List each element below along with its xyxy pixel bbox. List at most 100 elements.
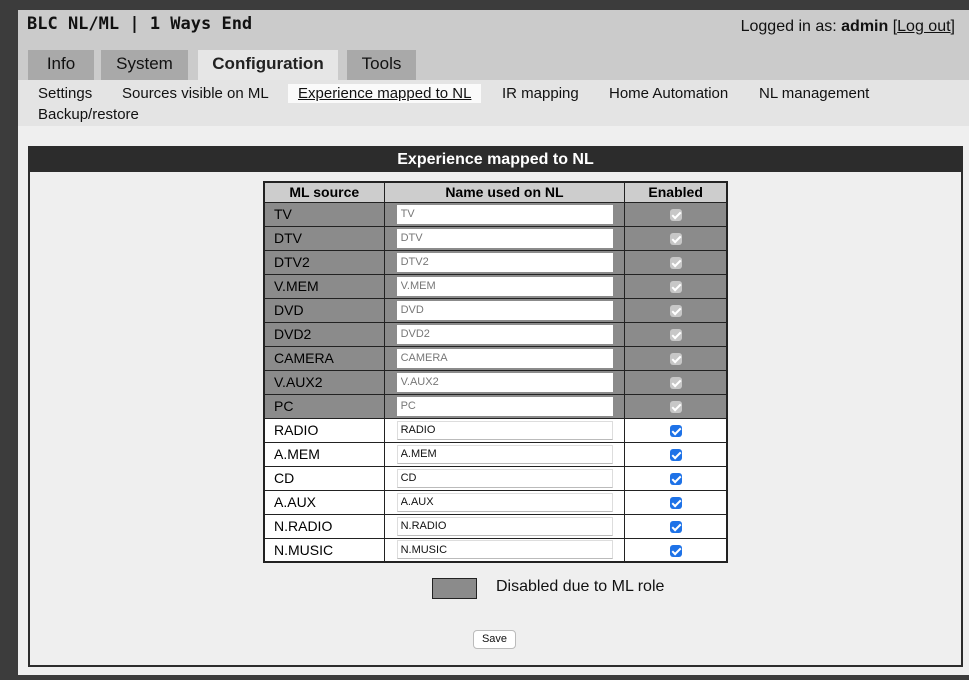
save-button[interactable]: Save [473, 630, 516, 649]
subnav-backup-restore[interactable]: Backup/restore [38, 106, 139, 123]
nl-name-cell [383, 537, 626, 563]
logout-link[interactable]: Log out [897, 18, 950, 35]
enabled-checkbox[interactable] [669, 521, 682, 534]
table-row: TV [263, 201, 728, 227]
nl-name-input[interactable] [396, 516, 613, 536]
ml-source-cell: N.RADIO [263, 513, 385, 539]
nl-name-input [396, 396, 613, 416]
table-row: V.AUX2 [263, 369, 728, 395]
enabled-checkbox [669, 353, 682, 366]
nl-name-cell [383, 441, 626, 467]
table-row: DTV [263, 225, 728, 251]
enabled-checkbox[interactable] [669, 497, 682, 510]
nl-name-input [396, 348, 613, 368]
ml-source-cell: DTV2 [263, 249, 385, 275]
enabled-checkbox[interactable] [669, 473, 682, 486]
nl-name-input [396, 228, 613, 248]
enabled-cell [624, 273, 728, 299]
sub-navigation: Settings Sources visible on ML Experienc… [18, 80, 969, 126]
nl-name-input [396, 252, 613, 272]
enabled-checkbox [669, 401, 682, 414]
enabled-checkbox[interactable] [669, 545, 682, 558]
nl-name-input [396, 324, 613, 344]
tab-info[interactable]: Info [28, 50, 94, 80]
ml-source-cell: V.AUX2 [263, 369, 385, 395]
ml-source-cell: PC [263, 393, 385, 419]
nl-name-input [396, 204, 613, 224]
nl-name-input[interactable] [396, 540, 613, 560]
enabled-cell [624, 393, 728, 419]
ml-source-cell: DVD [263, 297, 385, 323]
header: BLC NL/ML | 1 Ways End Logged in as: adm… [18, 10, 969, 80]
mapping-table: ML source Name used on NL Enabled TVDTVD… [263, 181, 728, 563]
subnav-ir-mapping[interactable]: IR mapping [502, 85, 579, 102]
app-title: BLC NL/ML | 1 Ways End [27, 14, 253, 34]
table-row: N.RADIO [263, 513, 728, 539]
nl-name-input [396, 276, 613, 296]
tab-tools[interactable]: Tools [347, 50, 416, 80]
subnav-home-automation[interactable]: Home Automation [609, 85, 728, 102]
enabled-checkbox [669, 305, 682, 318]
enabled-cell [624, 465, 728, 491]
nl-name-input[interactable] [396, 420, 613, 440]
ml-source-cell: CD [263, 465, 385, 491]
tab-configuration[interactable]: Configuration [198, 50, 338, 80]
table-row: N.MUSIC [263, 537, 728, 563]
nl-name-input [396, 372, 613, 392]
ml-source-cell: DVD2 [263, 321, 385, 347]
ml-source-cell: V.MEM [263, 273, 385, 299]
enabled-cell [624, 297, 728, 323]
enabled-checkbox [669, 209, 682, 222]
mapping-panel: Experience mapped to NL ML source Name u… [28, 146, 963, 667]
nl-name-input[interactable] [396, 468, 613, 488]
nl-name-cell [383, 465, 626, 491]
ml-source-cell: DTV [263, 225, 385, 251]
enabled-checkbox [669, 257, 682, 270]
enabled-checkbox[interactable] [669, 425, 682, 438]
ml-source-cell: A.AUX [263, 489, 385, 515]
enabled-checkbox [669, 281, 682, 294]
nl-name-cell [383, 321, 626, 347]
table-row: V.MEM [263, 273, 728, 299]
enabled-cell [624, 441, 728, 467]
ml-source-cell: CAMERA [263, 345, 385, 371]
ml-source-cell: N.MUSIC [263, 537, 385, 563]
enabled-cell [624, 513, 728, 539]
nl-name-cell [383, 417, 626, 443]
enabled-checkbox [669, 329, 682, 342]
table-row: CD [263, 465, 728, 491]
enabled-cell [624, 345, 728, 371]
nl-name-input[interactable] [396, 492, 613, 512]
nl-name-input [396, 300, 613, 320]
nl-name-cell [383, 225, 626, 251]
enabled-checkbox[interactable] [669, 449, 682, 462]
panel-title: Experience mapped to NL [30, 148, 961, 172]
enabled-cell [624, 321, 728, 347]
table-row: DTV2 [263, 249, 728, 275]
table-row: DVD [263, 297, 728, 323]
nl-name-cell [383, 201, 626, 227]
table-row: A.AUX [263, 489, 728, 515]
enabled-cell [624, 249, 728, 275]
tab-system[interactable]: System [101, 50, 188, 80]
table-row: RADIO [263, 417, 728, 443]
column-header-ml-source: ML source [263, 181, 385, 203]
nl-name-cell [383, 393, 626, 419]
nl-name-input[interactable] [396, 444, 613, 464]
enabled-cell [624, 417, 728, 443]
subnav-settings[interactable]: Settings [38, 85, 92, 102]
nl-name-cell [383, 489, 626, 515]
enabled-cell [624, 369, 728, 395]
login-status: Logged in as: admin [Log out] [741, 18, 955, 36]
column-header-enabled: Enabled [624, 181, 728, 203]
table-row: DVD2 [263, 321, 728, 347]
ml-source-cell: RADIO [263, 417, 385, 443]
nl-name-cell [383, 273, 626, 299]
subnav-sources-visible-on-ml[interactable]: Sources visible on ML [122, 85, 269, 102]
table-header-row: ML source Name used on NL Enabled [263, 181, 728, 203]
username: admin [841, 18, 889, 35]
subnav-experience-mapped-to-nl[interactable]: Experience mapped to NL [288, 84, 482, 103]
legend-text: Disabled due to ML role [496, 578, 665, 595]
nl-name-cell [383, 297, 626, 323]
subnav-nl-management[interactable]: NL management [759, 85, 869, 102]
